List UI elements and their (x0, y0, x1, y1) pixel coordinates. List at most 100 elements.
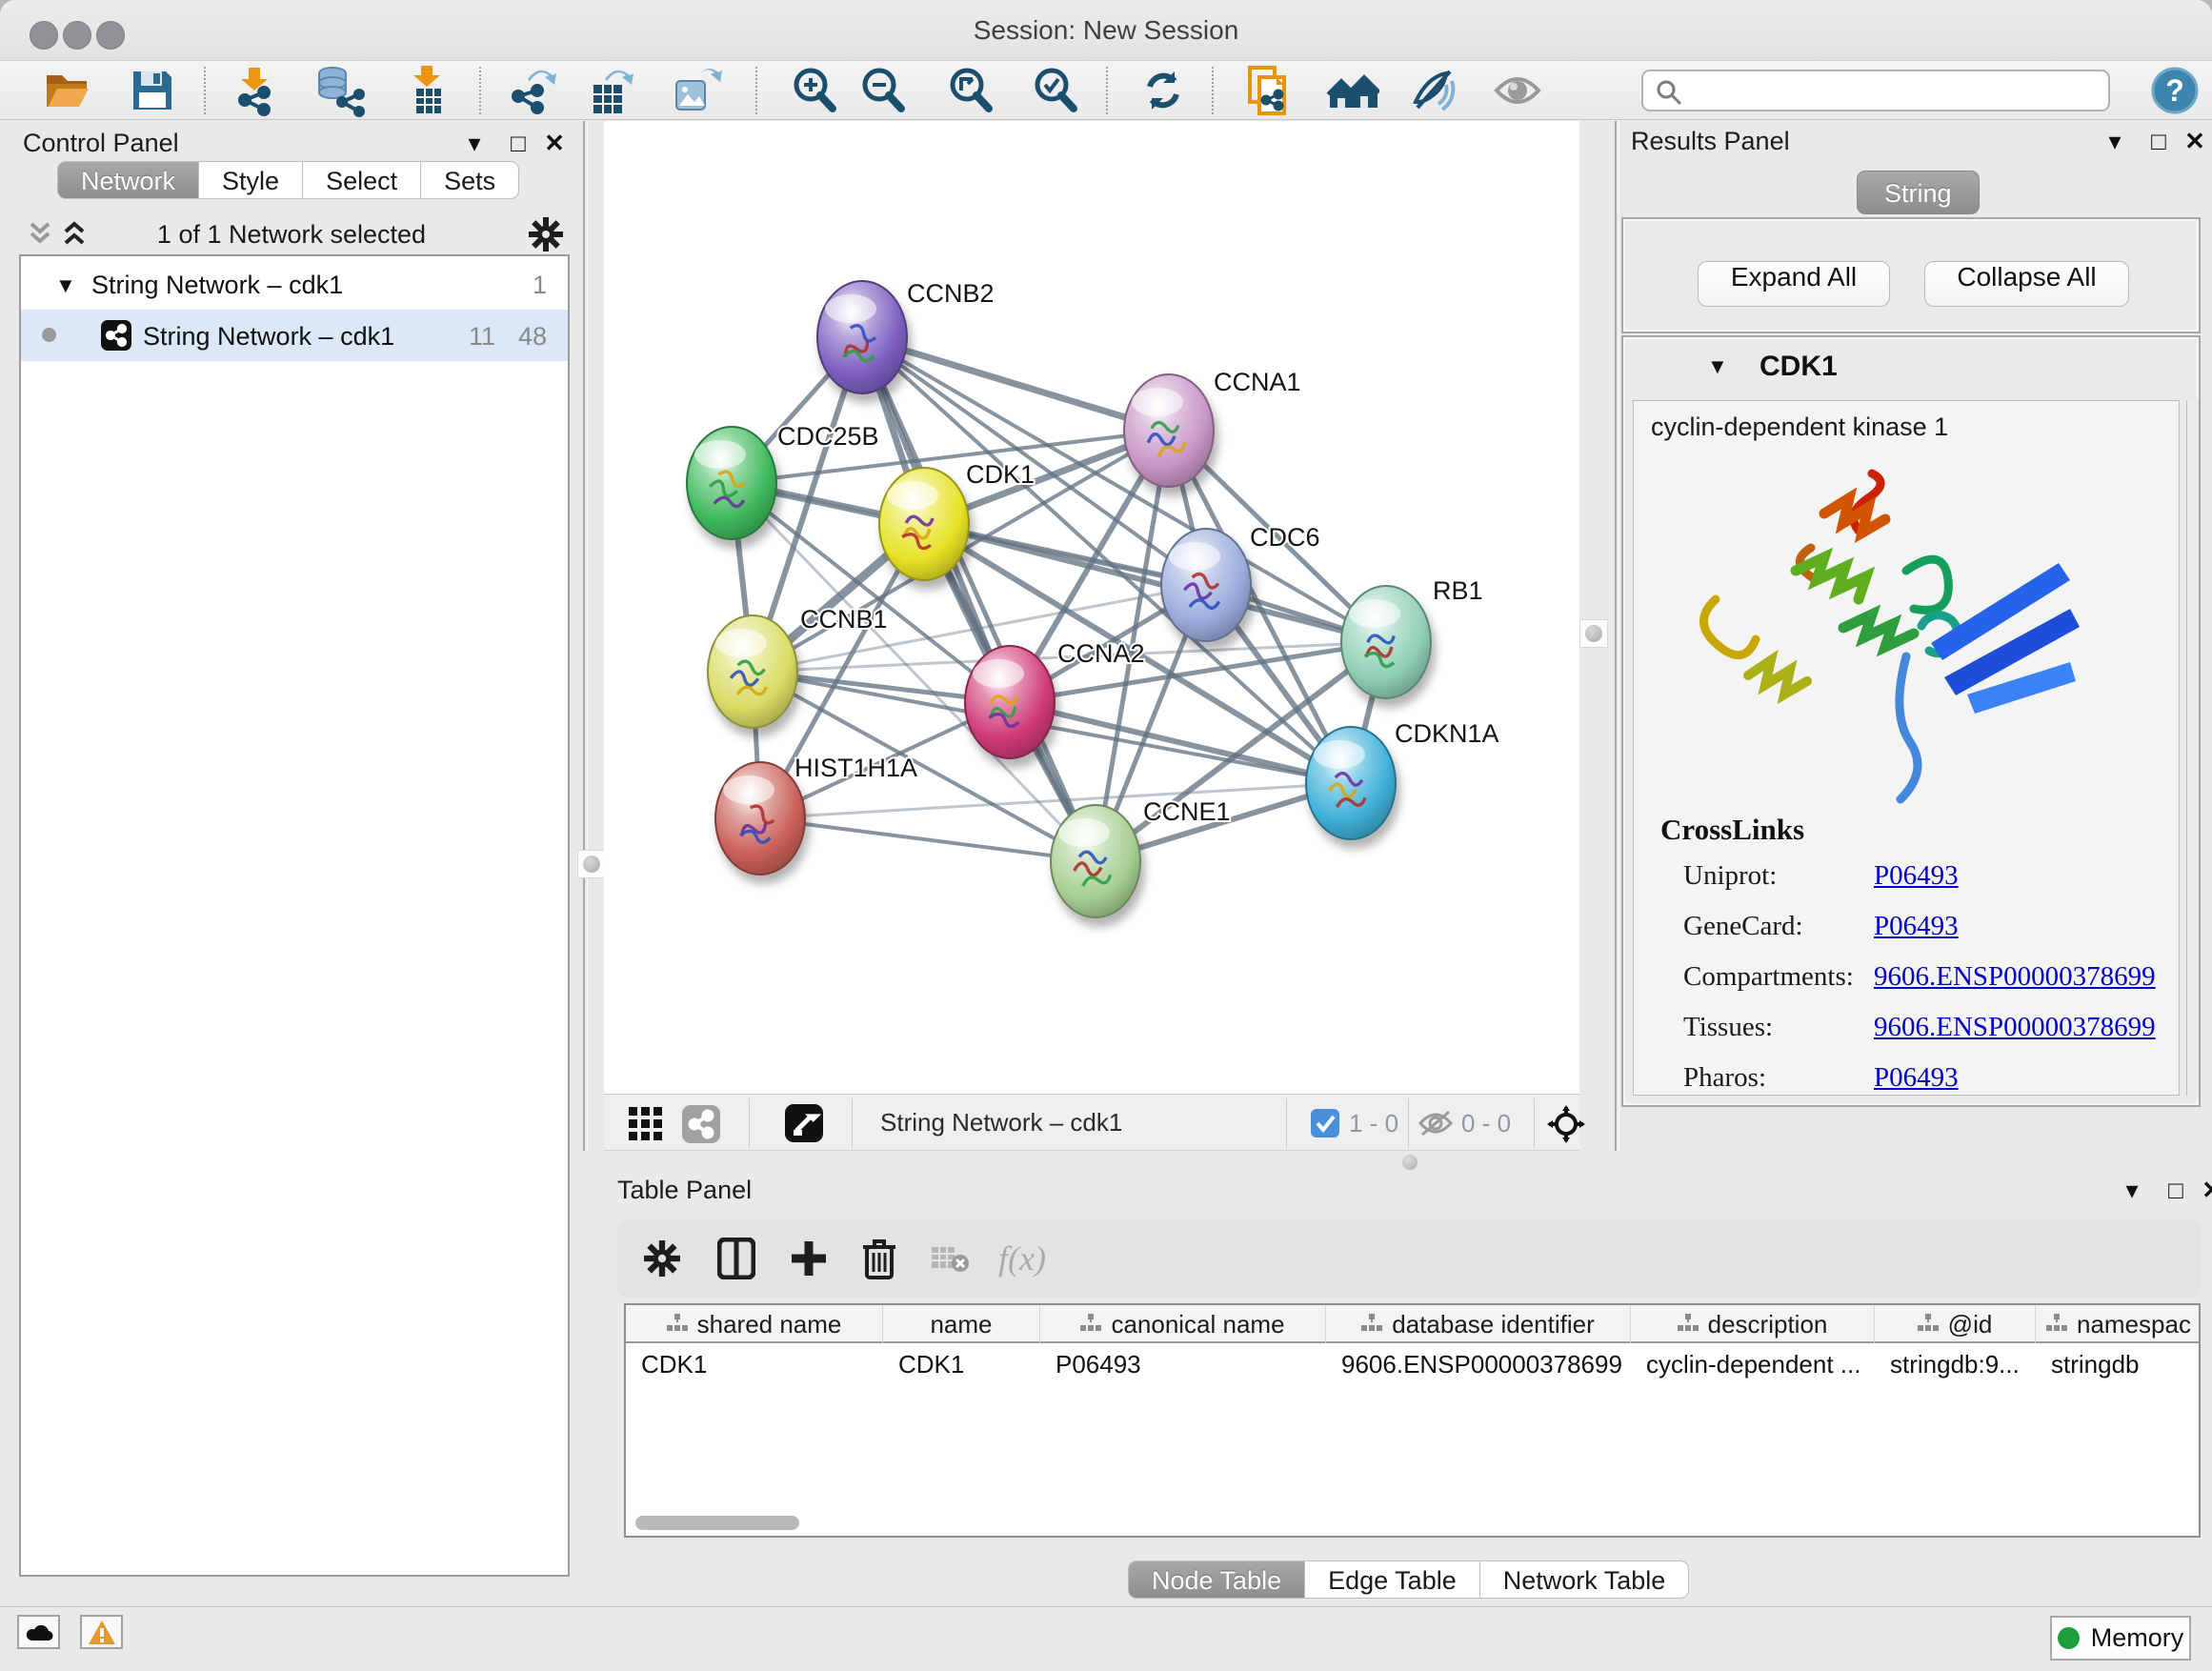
maximize-panel-icon[interactable]: □ (2140, 127, 2178, 156)
clone-network-icon[interactable] (1241, 63, 1297, 118)
left-splitter-handle[interactable] (577, 850, 606, 878)
node-CCNE1[interactable] (1051, 805, 1140, 917)
node-CDK1[interactable] (879, 468, 969, 580)
node-CDKN1A[interactable] (1306, 727, 1396, 839)
column-header-namespac[interactable]: namespac (2036, 1305, 2201, 1343)
column-header-name[interactable]: name (883, 1305, 1040, 1343)
table-hscrollbar[interactable] (635, 1516, 799, 1530)
help-icon[interactable]: ? (2147, 63, 2202, 118)
close-panel-icon[interactable]: ✕ (535, 129, 573, 158)
column-header-shared-name[interactable]: shared name (626, 1305, 883, 1343)
houses-icon[interactable] (1325, 63, 1380, 118)
node-CDC25B[interactable] (687, 427, 776, 539)
float-panel-icon[interactable]: ▾ (2096, 127, 2134, 156)
tab-network[interactable]: Network (57, 161, 199, 199)
checkbox-icon[interactable] (1311, 1109, 1339, 1137)
node-CCNB1[interactable] (708, 615, 797, 728)
tab-node-table[interactable]: Node Table (1128, 1560, 1305, 1599)
warning-icon[interactable] (80, 1615, 123, 1649)
table-cell[interactable]: CDK1 (883, 1345, 1040, 1383)
tab-network-table[interactable]: Network Table (1480, 1560, 1690, 1599)
open-session-icon[interactable] (39, 63, 94, 118)
table-cell[interactable]: 9606.ENSP00000378699 (1326, 1345, 1631, 1383)
crosslink-link[interactable]: P06493 (1874, 911, 1959, 942)
memory-button[interactable]: Memory (2050, 1616, 2191, 1661)
plus-icon[interactable] (781, 1231, 836, 1286)
close-panel-icon[interactable]: ✕ (2193, 1176, 2212, 1205)
maximize-panel-icon[interactable]: □ (2157, 1176, 2195, 1205)
right-splitter-handle[interactable] (1579, 619, 1608, 648)
zoom-in-icon[interactable] (787, 63, 842, 118)
share-icon[interactable] (682, 1105, 720, 1143)
column-header-canonical-name[interactable]: canonical name (1040, 1305, 1326, 1343)
trash-icon[interactable] (852, 1231, 907, 1286)
table-cell[interactable]: P06493 (1040, 1345, 1326, 1383)
crosshair-icon[interactable] (1547, 1105, 1585, 1143)
grid-icon[interactable] (629, 1107, 663, 1141)
expand-all-button[interactable]: Expand All (1698, 261, 1890, 307)
node-CCNA2[interactable] (965, 646, 1055, 758)
node-CDC6[interactable] (1161, 529, 1251, 641)
import-network-file-icon[interactable] (227, 63, 282, 118)
network-row-selected[interactable]: String Network – cdk1 11 48 (21, 310, 568, 361)
close-panel-icon[interactable]: ✕ (2176, 127, 2212, 156)
tab-select[interactable]: Select (303, 161, 421, 199)
search-input[interactable] (1693, 73, 2102, 108)
toolbar-separator (755, 67, 757, 114)
column-header-database-identifier[interactable]: database identifier (1326, 1305, 1631, 1343)
import-table-icon[interactable] (399, 63, 454, 118)
maximize-panel-icon[interactable]: □ (499, 129, 537, 158)
network-collection-row[interactable]: ▼ String Network – cdk1 1 (21, 258, 568, 310)
export-network-icon[interactable] (504, 63, 559, 118)
tab-sets[interactable]: Sets (421, 161, 519, 199)
delete-table-icon[interactable] (922, 1231, 977, 1286)
gear-icon[interactable] (528, 216, 564, 252)
table-cell[interactable]: CDK1 (626, 1345, 883, 1383)
refresh-layout-icon[interactable] (1136, 63, 1191, 118)
export-table-icon[interactable] (585, 63, 640, 118)
window-title: Session: New Session (0, 0, 2212, 61)
node-HIST1H1A[interactable] (715, 762, 805, 875)
tab-edge-table[interactable]: Edge Table (1305, 1560, 1480, 1599)
network-edge-count: 48 (518, 322, 547, 352)
crosslink-link[interactable]: 9606.ENSP00000378699 (1874, 961, 2156, 993)
table-row[interactable]: CDK1CDK1P064939606.ENSP00000378699cyclin… (626, 1345, 2201, 1383)
save-session-icon[interactable] (125, 63, 180, 118)
string-network-graph[interactable]: CCNB2CCNA1CDC25BCDK1CDC6RB1CCNB1CCNA2CDK… (604, 121, 1579, 1094)
cloud-icon[interactable] (17, 1615, 60, 1649)
table-cell[interactable]: cyclin-dependent ... (1631, 1345, 1875, 1383)
tab-string[interactable]: String (1857, 171, 1980, 214)
graphics-details-icon[interactable] (1407, 63, 1462, 118)
crosslink-link[interactable]: 9606.ENSP00000378699 (1874, 1012, 2156, 1043)
export-image-icon[interactable] (668, 63, 723, 118)
float-panel-icon[interactable]: ▾ (455, 129, 493, 158)
bottom-splitter-handle[interactable] (1402, 1155, 1418, 1170)
import-network-db-icon[interactable] (312, 63, 368, 118)
gear-icon[interactable] (634, 1231, 690, 1286)
zoom-selected-icon[interactable] (1028, 63, 1083, 118)
column-header-description[interactable]: description (1631, 1305, 1875, 1343)
column-header--id[interactable]: @id (1875, 1305, 2036, 1343)
node-CCNA1[interactable] (1124, 374, 1214, 487)
zoom-fit-icon[interactable] (943, 63, 998, 118)
tree-expander-icon[interactable]: ▼ (55, 273, 76, 298)
crosslink-link[interactable]: P06493 (1874, 860, 1959, 892)
show-hide-eye-icon[interactable] (1490, 63, 1545, 118)
birdseye-icon[interactable] (785, 1104, 823, 1142)
collapse-entry-icon[interactable]: ▼ (1707, 354, 1728, 379)
eye-slash-icon[interactable] (1418, 1108, 1454, 1138)
node-RB1[interactable] (1341, 586, 1431, 698)
results-scrollbar[interactable] (2186, 400, 2199, 1096)
table-cell[interactable]: stringdb:9... (1875, 1345, 2036, 1383)
fx-icon[interactable]: f(x) (995, 1231, 1050, 1286)
tab-style[interactable]: Style (199, 161, 303, 199)
float-panel-icon[interactable]: ▾ (2113, 1176, 2151, 1205)
collapse-all-button[interactable]: Collapse All (1924, 261, 2129, 307)
left-splitter[interactable] (583, 121, 588, 1151)
columns-icon[interactable] (709, 1231, 764, 1286)
network-canvas[interactable]: CCNB2CCNA1CDC25BCDK1CDC6RB1CCNB1CCNA2CDK… (604, 121, 1579, 1094)
table-cell[interactable]: stringdb (2036, 1345, 2201, 1383)
node-CCNB2[interactable] (817, 281, 907, 393)
zoom-out-icon[interactable] (855, 63, 911, 118)
crosslink-link[interactable]: P06493 (1874, 1062, 1959, 1094)
